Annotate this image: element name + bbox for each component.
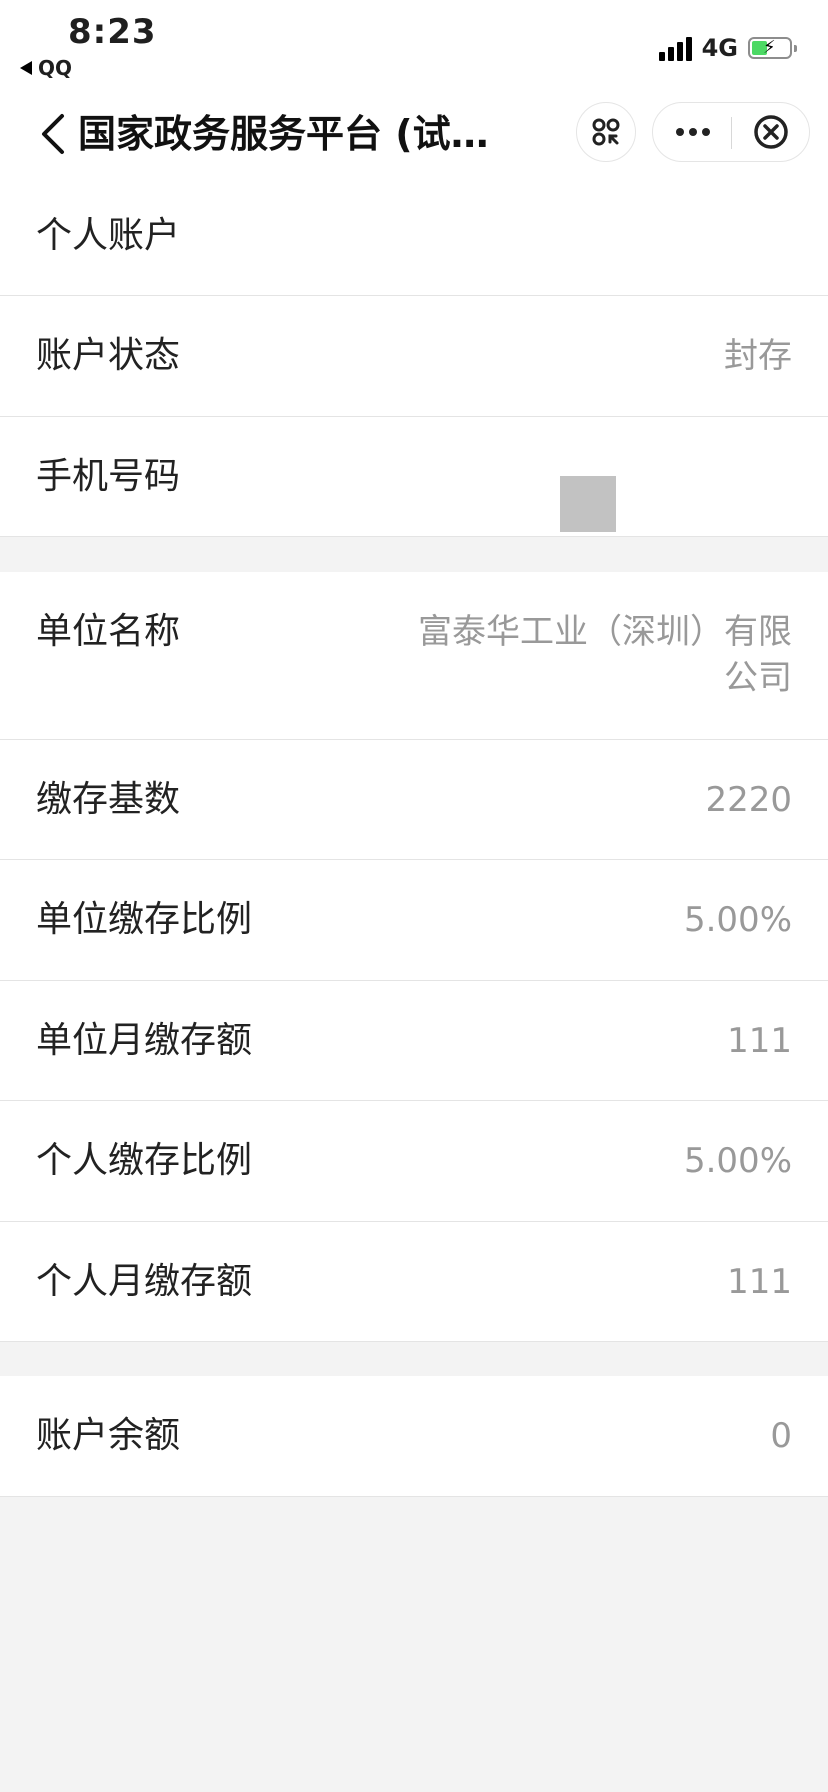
back-chevron-icon[interactable] xyxy=(36,110,72,158)
battery-icon: ⚡ xyxy=(748,37,797,59)
employer-monthly-value: 111 xyxy=(727,1021,792,1061)
list-item-phone: 手机号码 xyxy=(0,417,828,537)
personal-rate-label: 个人缴存比例 xyxy=(36,1140,253,1181)
navigation-bar: 国家政务服务平台 (试… xyxy=(0,88,828,180)
contribution-section: 单位名称 富泰华工业（深圳）有限 公司 缴存基数 2220 单位缴存比例 5.0… xyxy=(0,572,828,1342)
balance-section: 账户余额 0 xyxy=(0,1376,828,1497)
employer-monthly-label: 单位月缴存额 xyxy=(36,1020,253,1061)
close-circle-icon xyxy=(754,115,788,149)
personal-rate-value: 5.00% xyxy=(683,1141,792,1181)
network-type: 4G xyxy=(701,34,738,62)
contribution-base-value: 2220 xyxy=(705,780,792,820)
status-indicators: 4G ⚡ xyxy=(658,34,797,62)
employer-name-value-line2: 公司 xyxy=(724,658,792,698)
phone-label: 手机号码 xyxy=(36,456,181,497)
personal-monthly-label: 个人月缴存额 xyxy=(36,1261,253,1302)
status-time: 8:23 xyxy=(68,12,157,52)
menu-capsule xyxy=(652,102,810,162)
redacted-phone-block xyxy=(560,476,616,532)
signal-icon xyxy=(658,35,692,61)
balance-value: 0 xyxy=(770,1416,792,1456)
close-button[interactable] xyxy=(732,103,810,161)
more-icon xyxy=(676,128,710,136)
back-to-app-link[interactable]: QQ xyxy=(20,56,72,80)
account-status-label: 账户状态 xyxy=(36,335,181,376)
list-item-balance: 账户余额 0 xyxy=(0,1376,828,1497)
charging-bolt-icon: ⚡ xyxy=(763,37,776,58)
more-button[interactable] xyxy=(653,103,731,161)
employer-name-value-line1: 富泰华工业（深圳）有限 xyxy=(418,612,792,652)
balance-label: 账户余额 xyxy=(36,1415,181,1456)
scan-icon xyxy=(592,118,620,146)
employer-rate-label: 单位缴存比例 xyxy=(36,899,253,940)
list-item-personal-rate: 个人缴存比例 5.00% xyxy=(0,1101,828,1222)
page-title: 国家政务服务平台 (试… xyxy=(78,112,489,156)
employer-rate-value: 5.00% xyxy=(683,900,792,940)
contribution-base-label: 缴存基数 xyxy=(36,779,181,820)
status-bar: 8:23 QQ 4G ⚡ xyxy=(0,0,828,88)
employer-name-label: 单位名称 xyxy=(36,611,181,652)
list-item-personal-monthly: 个人月缴存额 111 xyxy=(0,1222,828,1342)
section-header-row: 个人账户 xyxy=(0,180,828,296)
section-header: 个人账户 xyxy=(36,215,181,256)
list-item-employer-name: 单位名称 富泰华工业（深圳）有限 公司 xyxy=(0,572,828,740)
back-triangle-icon xyxy=(20,61,32,75)
list-item-account-status: 账户状态 封存 xyxy=(0,296,828,417)
personal-monthly-value: 111 xyxy=(727,1262,792,1302)
list-item-contribution-base: 缴存基数 2220 xyxy=(0,740,828,860)
personal-account-section: 个人账户 账户状态 封存 手机号码 xyxy=(0,180,828,537)
scan-button[interactable] xyxy=(576,102,636,162)
back-app-label: QQ xyxy=(38,56,73,80)
list-item-employer-monthly: 单位月缴存额 111 xyxy=(0,981,828,1101)
list-item-employer-rate: 单位缴存比例 5.00% xyxy=(0,860,828,981)
account-status-value: 封存 xyxy=(724,336,792,376)
